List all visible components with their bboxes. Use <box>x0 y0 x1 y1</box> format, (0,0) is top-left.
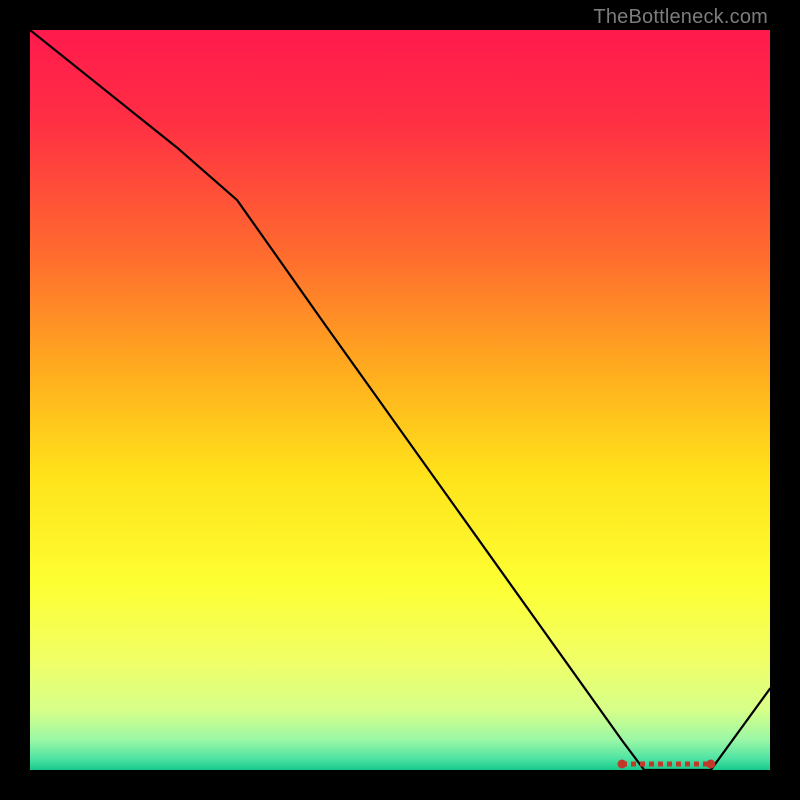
heatmap-background <box>30 30 770 770</box>
watermark-text: TheBottleneck.com <box>593 6 768 29</box>
bottleneck-chart <box>30 30 770 770</box>
chart-frame <box>30 30 770 770</box>
optimal-band-endcap <box>618 760 627 769</box>
optimal-band-endcap <box>706 760 715 769</box>
